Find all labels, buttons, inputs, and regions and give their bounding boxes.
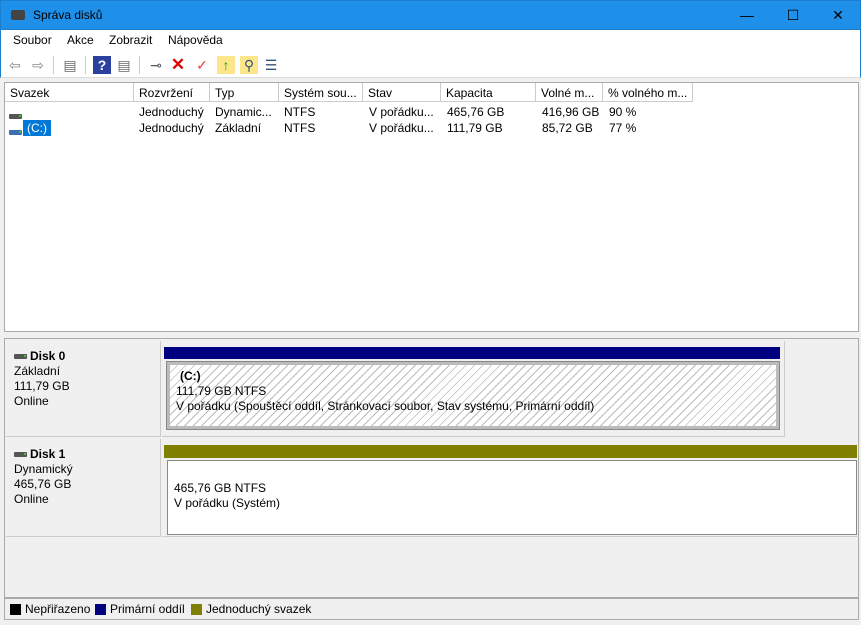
disk-name: Disk 1 (30, 447, 66, 461)
show-action-pane-icon[interactable]: ▤ (115, 56, 133, 74)
separator (85, 56, 86, 74)
connect-disk-icon[interactable]: ⊸ (147, 56, 165, 74)
legend-swatch-primary (95, 604, 106, 615)
disk-size: 111,79 GB (14, 379, 70, 393)
volume-list: Svazek Rozvržení Typ Systém sou... Stav … (4, 82, 859, 332)
disk-1-layout: 465,76 GB NTFS V pořádku (Systém) (162, 439, 859, 537)
back-icon[interactable]: ⇦ (6, 56, 24, 74)
legend-swatch-simple (191, 604, 202, 615)
partition-c[interactable]: (C:) 111,79 GB NTFS V pořádku (Spouštěcí… (166, 361, 780, 430)
column-header-typ[interactable]: Typ (210, 83, 279, 102)
cell-pct: 90 % (609, 105, 637, 119)
column-header-stav[interactable]: Stav (363, 83, 441, 102)
column-header-system[interactable]: Systém sou... (279, 83, 363, 102)
cell-layout: Jednoduchý (139, 105, 204, 119)
table-row[interactable]: Jednoduchý Dynamic... NTFS V pořádku... … (5, 104, 695, 120)
menu-soubor[interactable]: Soubor (13, 33, 52, 47)
table-row[interactable]: (C:) Jednoduchý Základní NTFS V pořádku.… (5, 120, 695, 136)
column-header-volne[interactable]: Volné m... (536, 83, 603, 102)
legend-primary: Primární oddíl (110, 602, 185, 616)
primary-partition-bar (164, 347, 780, 359)
column-header-rozvrzeni[interactable]: Rozvržení (134, 83, 210, 102)
toolbar: ⇦ ⇨ ▤ ? ▤ ⊸ ✕ ✓ ↑ ⚲ ☰ (0, 52, 861, 78)
partition-letter: (C:) (180, 369, 201, 383)
maximize-button[interactable]: ☐ (770, 1, 816, 29)
cell-pct: 77 % (609, 121, 637, 135)
disk-kind: Dynamický (14, 462, 73, 476)
disk-state: Online (14, 492, 49, 506)
column-header-kapacita[interactable]: Kapacita (441, 83, 536, 102)
cell-volume-selected: (C:) (23, 120, 51, 136)
folder-search-icon[interactable]: ⚲ (240, 56, 258, 74)
close-button[interactable]: ✕ (815, 1, 861, 29)
disk-graphical-view: Disk 0 Základní 111,79 GB Online (C:) 11… (4, 338, 859, 598)
disk-0-label[interactable]: Disk 0 Základní 111,79 GB Online (6, 341, 161, 437)
cell-layout: Jednoduchý (139, 121, 204, 135)
help-icon[interactable]: ? (93, 56, 111, 74)
window-title: Správa disků (33, 8, 103, 22)
legend-simple: Jednoduchý svazek (206, 602, 312, 616)
simple-volume-bar (164, 445, 857, 458)
title-bar: Správa disků — ☐ ✕ (0, 0, 861, 30)
menu-bar: Soubor Akce Zobrazit Nápověda (0, 30, 861, 52)
cell-fs: NTFS (284, 121, 316, 135)
show-hide-console-tree-icon[interactable]: ▤ (61, 56, 79, 74)
menu-zobrazit[interactable]: Zobrazit (109, 33, 152, 47)
checklist-icon[interactable]: ☰ (262, 56, 280, 74)
disk-icon (14, 354, 27, 360)
partition-simple-volume[interactable]: 465,76 GB NTFS V pořádku (Systém) (167, 460, 857, 535)
disk-state: Online (14, 394, 49, 408)
disk-kind: Základní (14, 364, 61, 378)
cell-capacity: 465,76 GB (447, 105, 505, 119)
menu-akce[interactable]: Akce (67, 33, 94, 47)
properties-icon[interactable]: ✓ (193, 56, 211, 74)
minimize-button[interactable]: — (724, 1, 770, 29)
partition-size: 465,76 GB NTFS (174, 481, 267, 495)
disk-0-layout: (C:) 111,79 GB NTFS V pořádku (Spouštěcí… (162, 341, 785, 437)
delete-icon[interactable]: ✕ (169, 56, 187, 74)
column-header-procento[interactable]: % volného m... (603, 83, 693, 102)
partition-size: 111,79 GB NTFS (176, 384, 267, 398)
cell-type: Dynamic... (215, 105, 272, 119)
cell-status: V pořádku... (369, 105, 434, 119)
cell-free: 85,72 GB (542, 121, 593, 135)
folder-up-icon[interactable]: ↑ (217, 56, 235, 74)
legend: Nepřiřazeno Primární oddíl Jednoduchý sv… (4, 598, 859, 620)
disk-management-icon (11, 10, 25, 20)
disk-name: Disk 0 (30, 349, 66, 363)
cell-capacity: 111,79 GB (447, 121, 503, 135)
disk-size: 465,76 GB (14, 477, 72, 491)
cell-status: V pořádku... (369, 121, 434, 135)
cell-free: 416,96 GB (542, 105, 600, 119)
cell-fs: NTFS (284, 105, 316, 119)
separator (139, 56, 140, 74)
separator (53, 56, 54, 74)
disk-1-label[interactable]: Disk 1 Dynamický 465,76 GB Online (6, 439, 161, 537)
partition-status: V pořádku (Systém) (174, 496, 281, 510)
partition-status: V pořádku (Spouštěcí oddíl, Stránkovací … (176, 399, 595, 413)
legend-swatch-unallocated (10, 604, 21, 615)
menu-napoveda[interactable]: Nápověda (168, 33, 223, 47)
legend-unallocated: Nepřiřazeno (25, 602, 91, 616)
forward-icon[interactable]: ⇨ (29, 56, 47, 74)
column-header-svazek[interactable]: Svazek (5, 83, 134, 102)
cell-type: Základní (215, 121, 262, 135)
disk-icon (14, 452, 27, 458)
